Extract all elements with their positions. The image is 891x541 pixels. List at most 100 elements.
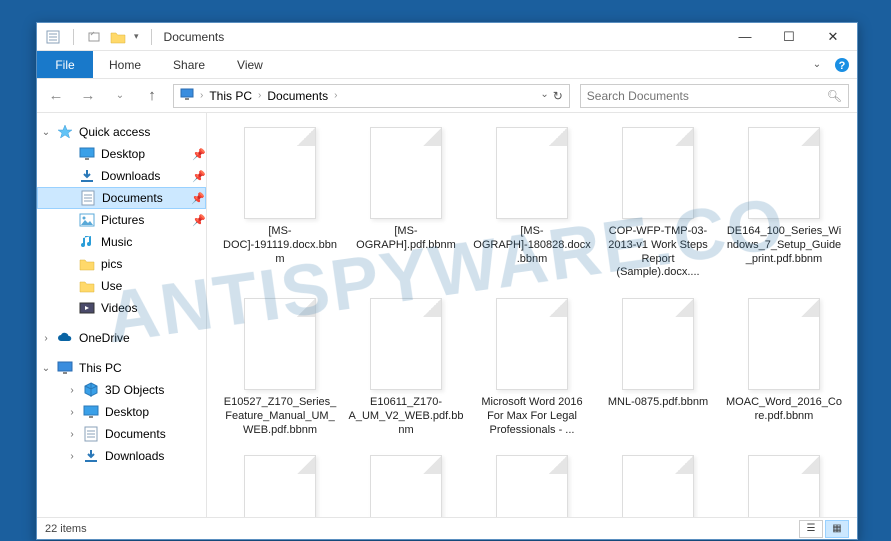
file-item[interactable] xyxy=(473,455,591,517)
file-item[interactable]: MNL-0875.pdf.bbnm xyxy=(599,298,717,437)
file-item[interactable]: [MS-DOC]-191119.docx.bbnm xyxy=(221,127,339,280)
minimize-button[interactable]: — xyxy=(723,23,767,51)
file-item[interactable] xyxy=(221,455,339,517)
sidebar-item-downloads[interactable]: Downloads📌 xyxy=(37,165,206,187)
properties-icon[interactable] xyxy=(45,29,61,45)
sidebar-item-3d-objects[interactable]: ›3D Objects xyxy=(37,379,206,401)
ribbon-expand-icon[interactable]: ⌄ xyxy=(807,51,827,78)
file-list[interactable]: [MS-DOC]-191119.docx.bbnm[MS-OGRAPH].pdf… xyxy=(207,113,857,517)
downloads-icon xyxy=(83,448,99,464)
chevron-right-icon[interactable]: › xyxy=(67,451,77,462)
explorer-window: ▾ Documents — ☐ ✕ File Home Share View ⌄… xyxy=(36,22,858,540)
nav-label: Documents xyxy=(105,427,166,441)
pc-icon xyxy=(57,360,73,376)
window-title: Documents xyxy=(164,30,225,44)
sidebar-item-downloads[interactable]: › Downloads xyxy=(37,445,206,467)
nav-label: Downloads xyxy=(105,449,164,463)
file-item[interactable]: [MS-OGRAPH]-180828.docx.bbnm xyxy=(473,127,591,280)
file-item[interactable] xyxy=(599,455,717,517)
help-icon[interactable]: ? xyxy=(827,51,857,78)
window-controls: — ☐ ✕ xyxy=(723,23,855,51)
up-button[interactable]: ↑ xyxy=(141,85,163,107)
icons-view-button[interactable]: ▦ xyxy=(825,520,849,538)
close-button[interactable]: ✕ xyxy=(811,23,855,51)
file-item[interactable]: E10527_Z170_Series_Feature_Manual_UM_WEB… xyxy=(221,298,339,437)
restore-icon[interactable] xyxy=(86,29,102,45)
chevron-right-icon[interactable]: › xyxy=(67,429,77,440)
chevron-right-icon[interactable]: › xyxy=(67,407,77,418)
nav-label: pics xyxy=(101,257,122,271)
file-item[interactable] xyxy=(347,455,465,517)
file-item[interactable]: MOAC_Word_2016_Core.pdf.bbnm xyxy=(725,298,843,437)
sidebar-item-use[interactable]: Use xyxy=(37,275,206,297)
nav-this-pc[interactable]: ⌄ This PC xyxy=(37,357,206,379)
file-thumbnail-icon xyxy=(370,127,442,219)
tab-view[interactable]: View xyxy=(221,51,279,78)
sidebar-item-desktop[interactable]: Desktop📌 xyxy=(37,143,206,165)
documents-icon xyxy=(83,426,99,442)
tab-home[interactable]: Home xyxy=(93,51,157,78)
forward-button[interactable]: → xyxy=(77,85,99,107)
folder-icon[interactable] xyxy=(110,29,126,45)
file-name: COP-WFP-TMP-03-2013-v1 Work Steps Report… xyxy=(599,225,717,280)
chevron-right-icon[interactable]: › xyxy=(67,385,77,396)
file-name: [MS-DOC]-191119.docx.bbnm xyxy=(221,225,339,266)
3d-icon xyxy=(83,382,99,398)
file-item[interactable] xyxy=(725,455,843,517)
sidebar-item-pics[interactable]: pics xyxy=(37,253,206,275)
pin-icon: 📌 xyxy=(191,192,205,205)
chevron-down-icon[interactable]: ⌄ xyxy=(41,127,51,138)
breadcrumb-part[interactable]: This PC xyxy=(209,89,252,103)
chevron-right-icon[interactable]: › xyxy=(41,333,51,344)
navigation-pane[interactable]: ⌄ Quick access Desktop📌Downloads📌Documen… xyxy=(37,113,207,517)
titlebar: ▾ Documents — ☐ ✕ xyxy=(37,23,857,51)
file-item[interactable]: Microsoft Word 2016 For Max For Legal Pr… xyxy=(473,298,591,437)
sidebar-item-documents[interactable]: Documents📌 xyxy=(37,187,206,209)
nav-label: Music xyxy=(101,235,132,249)
nav-label: Videos xyxy=(101,301,137,315)
file-thumbnail-icon xyxy=(622,298,694,390)
file-name: DE164_100_Series_Windows_7_Setup_Guide_p… xyxy=(725,225,843,266)
tab-share[interactable]: Share xyxy=(157,51,221,78)
file-name: [MS-OGRAPH]-180828.docx.bbnm xyxy=(473,225,591,266)
file-item[interactable]: E10611_Z170-A_UM_V2_WEB.pdf.bbnm xyxy=(347,298,465,437)
file-item[interactable]: [MS-OGRAPH].pdf.bbnm xyxy=(347,127,465,280)
details-view-button[interactable]: ☰ xyxy=(799,520,823,538)
nav-quick-access[interactable]: ⌄ Quick access xyxy=(37,121,206,143)
cloud-icon xyxy=(57,330,73,346)
nav-label: Desktop xyxy=(101,147,145,161)
file-item[interactable]: DE164_100_Series_Windows_7_Setup_Guide_p… xyxy=(725,127,843,280)
chevron-down-icon[interactable]: ⌄ xyxy=(41,363,51,374)
nav-onedrive[interactable]: › OneDrive xyxy=(37,327,206,349)
sidebar-item-videos[interactable]: Videos xyxy=(37,297,206,319)
sidebar-item-music[interactable]: Music xyxy=(37,231,206,253)
address-dropdown-icon[interactable]: ⌄ xyxy=(540,89,548,103)
refresh-icon[interactable]: ↻ xyxy=(553,89,563,103)
qat-dropdown-icon[interactable]: ▾ xyxy=(134,31,139,42)
search-box[interactable]: 🔍︎ xyxy=(580,84,849,108)
file-thumbnail-icon xyxy=(496,455,568,517)
file-name: E10527_Z170_Series_Feature_Manual_UM_WEB… xyxy=(221,396,339,437)
file-name: MOAC_Word_2016_Core.pdf.bbnm xyxy=(725,396,843,424)
back-button[interactable]: ← xyxy=(45,85,67,107)
file-tab[interactable]: File xyxy=(37,51,93,78)
file-thumbnail-icon xyxy=(748,298,820,390)
breadcrumb[interactable]: › This PC › Documents › ⌄ ↻ xyxy=(173,84,570,108)
chevron-right-icon[interactable]: › xyxy=(334,90,337,101)
search-icon[interactable]: 🔍︎ xyxy=(827,89,842,103)
file-thumbnail-icon xyxy=(622,455,694,517)
sidebar-item-pictures[interactable]: Pictures📌 xyxy=(37,209,206,231)
sidebar-item-desktop[interactable]: ›Desktop xyxy=(37,401,206,423)
file-thumbnail-icon xyxy=(496,298,568,390)
sidebar-item-documents[interactable]: › Documents xyxy=(37,423,206,445)
search-input[interactable] xyxy=(587,89,827,103)
nav-label: Use xyxy=(101,279,122,293)
breadcrumb-part[interactable]: Documents xyxy=(267,89,328,103)
nav-label: Downloads xyxy=(101,169,160,183)
chevron-right-icon[interactable]: › xyxy=(258,90,261,101)
file-item[interactable]: COP-WFP-TMP-03-2013-v1 Work Steps Report… xyxy=(599,127,717,280)
maximize-button[interactable]: ☐ xyxy=(767,23,811,51)
recent-dropdown-icon[interactable]: ⌄ xyxy=(109,85,131,107)
chevron-right-icon[interactable]: › xyxy=(200,90,203,101)
music-icon xyxy=(79,234,95,250)
